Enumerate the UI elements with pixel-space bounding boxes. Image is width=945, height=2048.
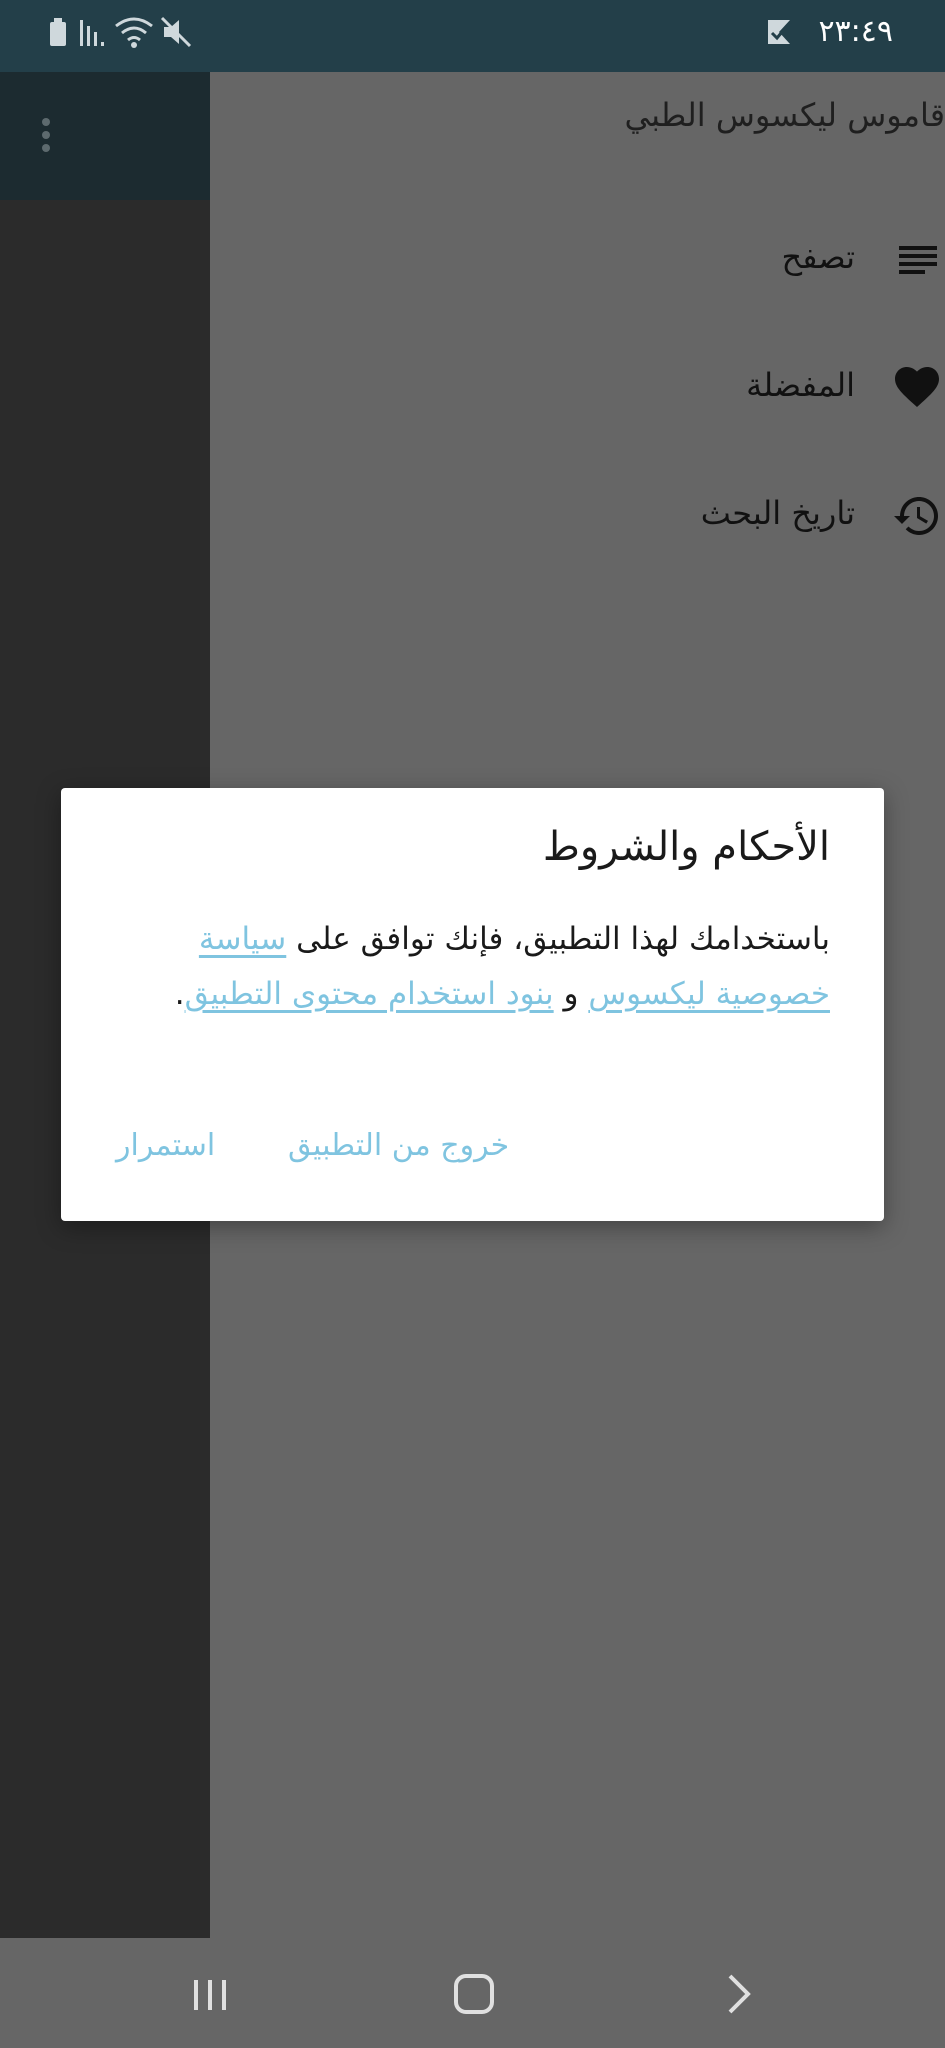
status-time: ٢٣:٤٩	[818, 14, 893, 49]
home-button[interactable]	[446, 1966, 502, 2022]
signal-icon	[80, 20, 104, 46]
status-bar: ٢٣:٤٩	[0, 0, 945, 72]
history-icon	[894, 497, 938, 535]
drawer-item-browse[interactable]: تصفح	[210, 220, 945, 300]
battery-icon	[50, 18, 66, 46]
exit-app-button[interactable]: خروج من التطبيق	[288, 1128, 509, 1163]
dialog-conjunction: و	[553, 976, 589, 1012]
heart-icon	[895, 367, 939, 407]
continue-button[interactable]: استمرار	[116, 1128, 215, 1163]
recent-apps-button[interactable]	[182, 1966, 238, 2022]
notification-check-icon	[768, 20, 790, 44]
wifi-icon	[115, 17, 153, 48]
dialog-message: باستخدامك لهذا التطبيق، فإنك توافق على س…	[120, 912, 830, 1022]
drawer-item-history[interactable]: تاريخ البحث	[210, 476, 945, 556]
app-toolbar	[0, 72, 210, 200]
drawer-item-label: تاريخ البحث	[700, 494, 855, 532]
drawer-item-favorites[interactable]: المفضلة	[210, 348, 945, 428]
back-button[interactable]	[712, 1966, 768, 2022]
drawer-item-label: تصفح	[781, 238, 856, 276]
overflow-menu-icon[interactable]	[42, 118, 52, 158]
screen: ٢٣:٤٩ قاموس ليكسوس الطبي تصفح المفضلة تا…	[0, 0, 945, 2048]
dialog-body-suffix: .	[174, 976, 185, 1012]
terms-of-use-link[interactable]: بنود استخدام محتوى التطبيق	[185, 976, 554, 1012]
mute-icon	[160, 16, 192, 48]
drawer-title: قاموس ليكسوس الطبي	[624, 96, 945, 134]
terms-dialog: الأحكام والشروط باستخدامك لهذا التطبيق، …	[61, 788, 884, 1221]
system-nav-bar	[0, 1938, 945, 2048]
dialog-body-text: باستخدامك لهذا التطبيق، فإنك توافق على	[286, 921, 830, 957]
list-icon	[899, 246, 937, 274]
dialog-title: الأحكام والشروط	[542, 824, 830, 870]
drawer-item-label: المفضلة	[746, 366, 855, 404]
